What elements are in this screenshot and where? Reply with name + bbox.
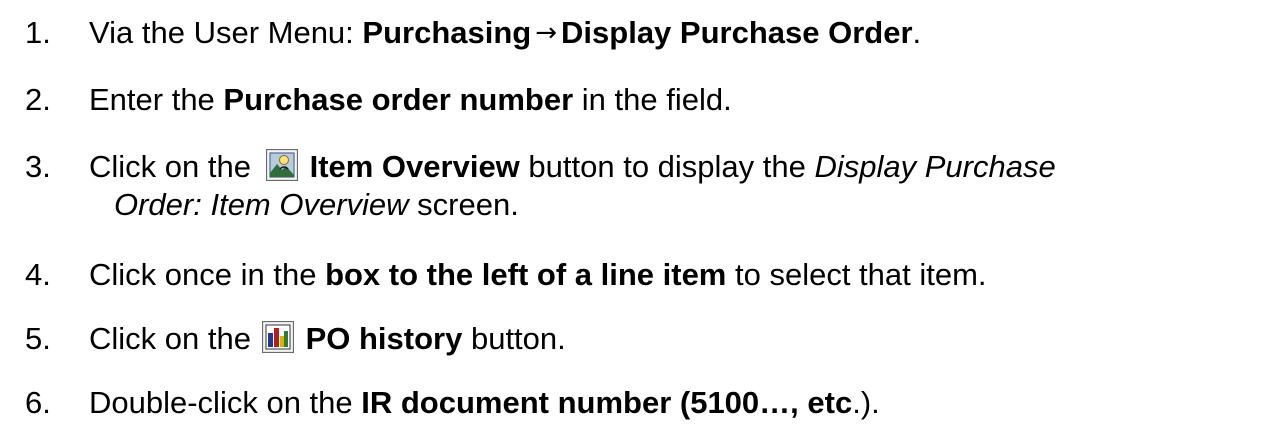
- menu-item-display-purchase-order: Display Purchase Order: [561, 15, 913, 50]
- step-text: Click on the Item Overview button to dis…: [89, 148, 1056, 224]
- step-number: 3.: [25, 149, 51, 184]
- step-text: Click on the PO history button.: [89, 320, 566, 358]
- target-name-ir-document-number: IR document number (5100…, etc: [361, 385, 853, 420]
- step-text-segment: .).: [852, 385, 880, 420]
- step-text: Double-click on the IR document number (…: [89, 384, 880, 422]
- step-text: Click once in the box to the left of a l…: [89, 256, 987, 294]
- item-overview-icon: [265, 149, 298, 181]
- step-text: Via the User Menu: Purchasing → Display Pu…: [89, 14, 921, 52]
- step-number: 4.: [25, 257, 51, 292]
- step-text-segment: to select that item.: [726, 257, 987, 292]
- step-text-segment: Click on the: [89, 321, 260, 356]
- step-text: Enter the Purchase order number in the f…: [89, 81, 732, 119]
- button-name-po-history: PO history: [305, 321, 463, 356]
- target-name-selection-box: box to the left of a line item: [325, 257, 727, 292]
- po-history-icon: [261, 321, 294, 353]
- button-name-item-overview: Item Overview: [309, 149, 520, 184]
- step-text-segment: .: [912, 15, 922, 50]
- arrow-icon: →: [535, 18, 558, 48]
- step-text-segment: in the field.: [573, 82, 732, 117]
- step-text-segment: Double-click on the: [89, 385, 362, 420]
- step-text-segment: screen.: [408, 187, 519, 222]
- step-text-segment: Via the User Menu:: [89, 15, 363, 50]
- step-text-segment: Enter the: [89, 82, 224, 117]
- field-name-purchase-order-number: Purchase order number: [223, 82, 574, 117]
- step-number: 2.: [25, 82, 51, 117]
- step-number: 6.: [25, 385, 51, 420]
- screen-name: Order: Item Overview: [114, 187, 409, 222]
- screen-name: Display Purchase: [814, 149, 1056, 184]
- step-text-segment: Click once in the: [89, 257, 326, 292]
- menu-item-purchasing: Purchasing: [362, 15, 532, 50]
- step-number: 1.: [25, 15, 51, 50]
- step-text-segment: Click on the: [89, 149, 260, 184]
- step-text-segment: button to display the: [519, 149, 815, 184]
- step-number: 5.: [25, 321, 51, 356]
- step-text-segment: button.: [462, 321, 566, 356]
